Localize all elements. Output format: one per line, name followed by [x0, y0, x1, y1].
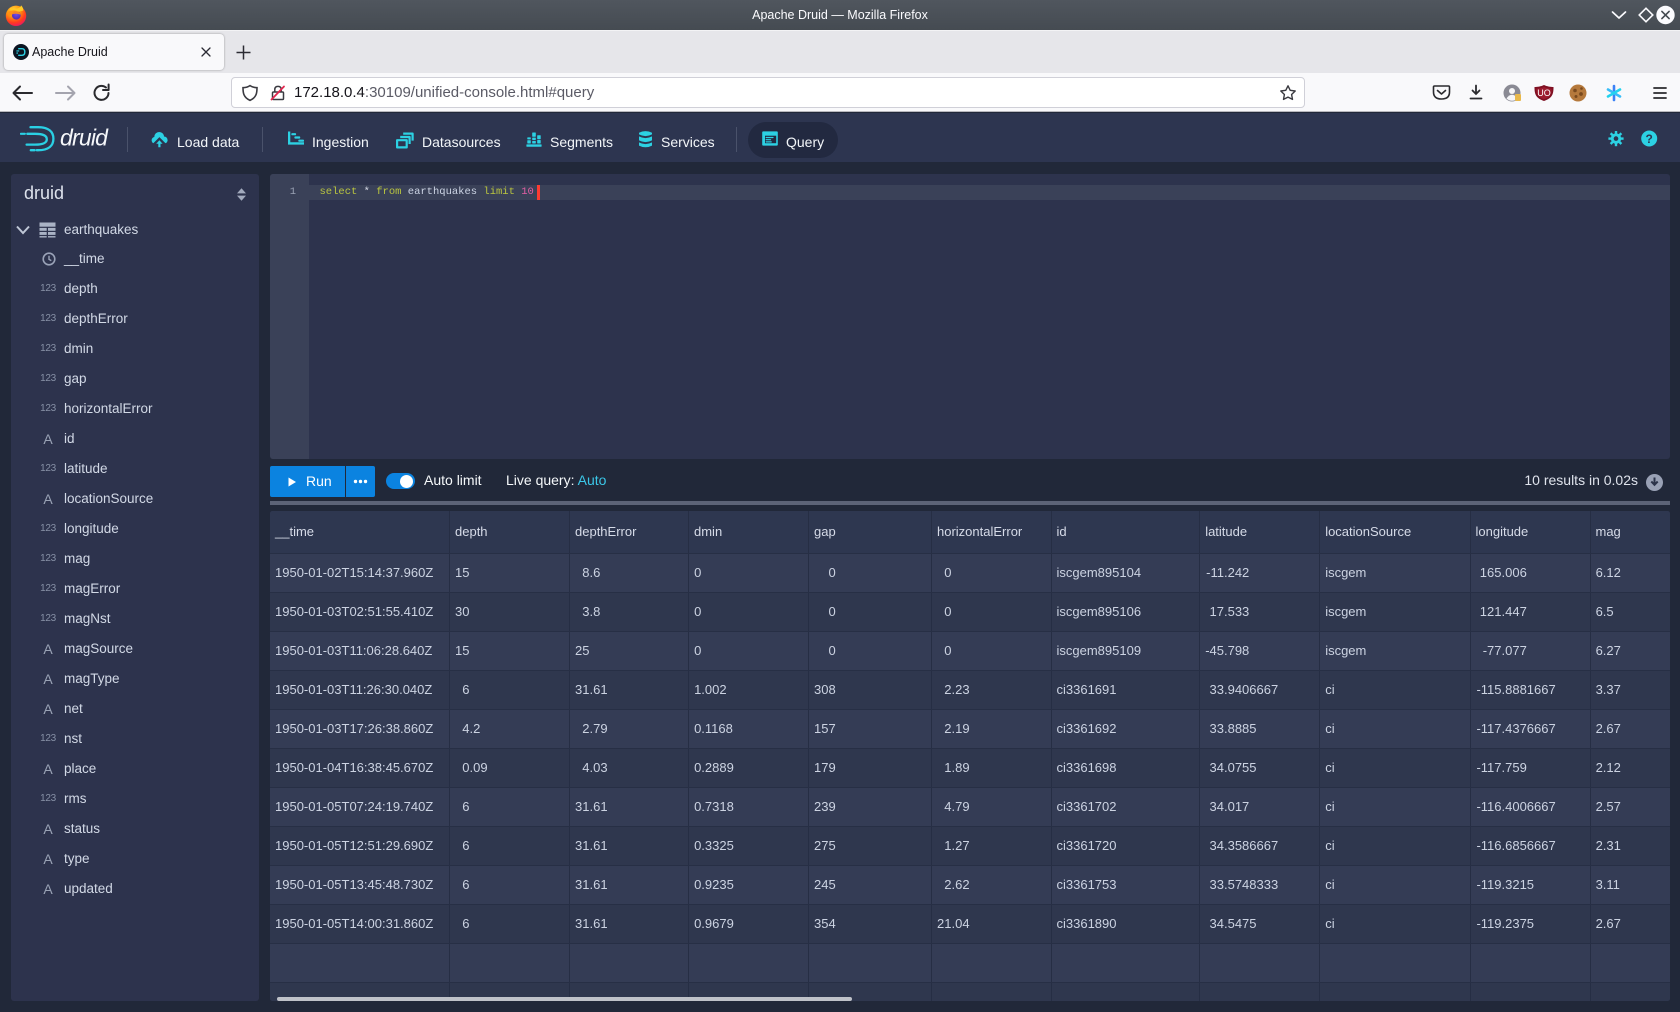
svg-text:druid: druid	[60, 125, 109, 151]
svg-text:?: ?	[1646, 132, 1653, 146]
svg-text:UO: UO	[1537, 88, 1551, 98]
